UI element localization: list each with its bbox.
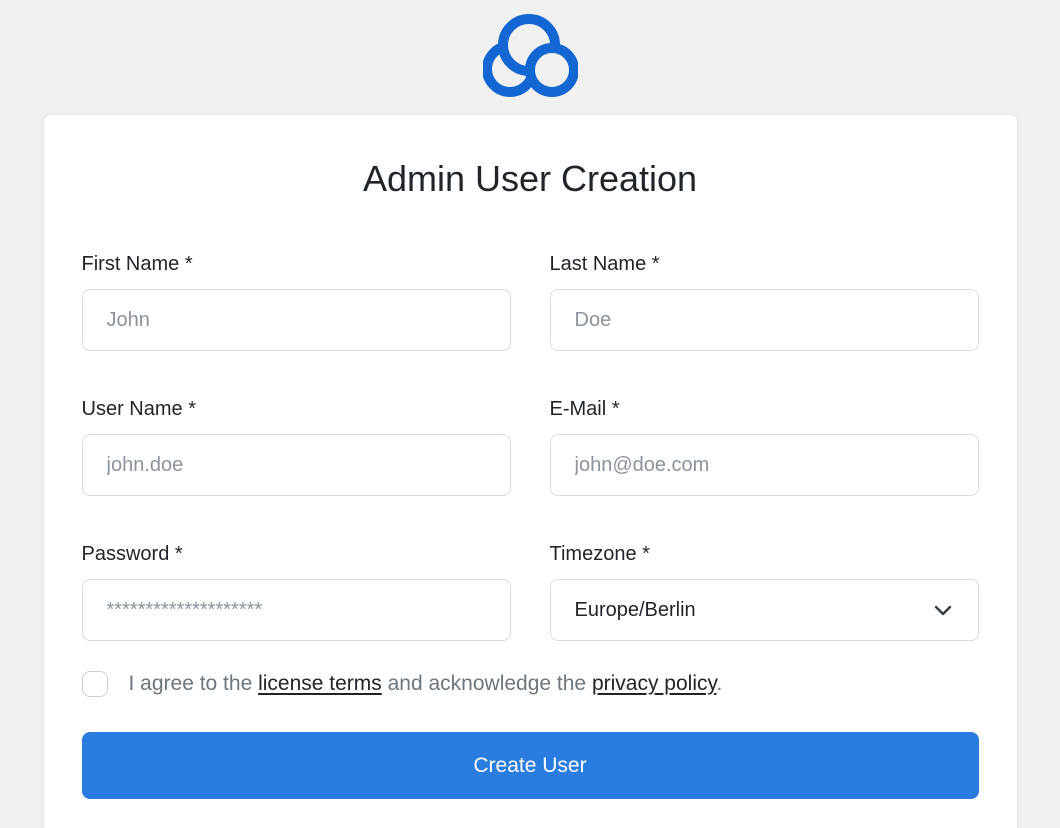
last-name-label: Last Name * — [550, 251, 979, 277]
agreement-row: I agree to the license terms and acknowl… — [82, 669, 979, 699]
timezone-label: Timezone * — [550, 541, 979, 567]
field-user-name: User Name * — [82, 396, 511, 496]
password-input[interactable] — [82, 579, 511, 641]
email-field[interactable] — [550, 434, 979, 496]
agreement-text-before: I agree to the — [129, 672, 259, 695]
chevron-down-icon — [932, 599, 954, 621]
last-name-input[interactable] — [550, 289, 979, 351]
first-name-input[interactable] — [82, 289, 511, 351]
field-last-name: Last Name * — [550, 251, 979, 351]
user-name-label: User Name * — [82, 396, 511, 422]
privacy-policy-link[interactable]: privacy policy — [592, 672, 716, 695]
agreement-text-after: . — [716, 672, 722, 695]
user-name-input[interactable] — [82, 434, 511, 496]
field-email: E-Mail * — [550, 396, 979, 496]
admin-creation-card: Admin User Creation First Name * Last Na… — [43, 114, 1018, 828]
create-user-button[interactable]: Create User — [82, 732, 979, 799]
timezone-select[interactable]: Europe/Berlin — [550, 579, 979, 641]
cloud-logo-icon — [483, 13, 578, 97]
first-name-label: First Name * — [82, 251, 511, 277]
timezone-selected-value: Europe/Berlin — [575, 599, 696, 622]
email-label: E-Mail * — [550, 396, 979, 422]
agreement-text-middle: and acknowledge the — [382, 672, 592, 695]
password-label: Password * — [82, 541, 511, 567]
form-grid: First Name * Last Name * User Name * E-M… — [82, 251, 979, 641]
field-first-name: First Name * — [82, 251, 511, 351]
page-title: Admin User Creation — [82, 157, 979, 201]
agreement-text: I agree to the license terms and acknowl… — [129, 669, 723, 699]
field-password: Password * — [82, 541, 511, 641]
license-terms-link[interactable]: license terms — [258, 672, 382, 695]
field-timezone: Timezone * Europe/Berlin — [550, 541, 979, 641]
license-agreement-checkbox[interactable] — [82, 671, 108, 697]
logo-container — [0, 0, 1060, 97]
